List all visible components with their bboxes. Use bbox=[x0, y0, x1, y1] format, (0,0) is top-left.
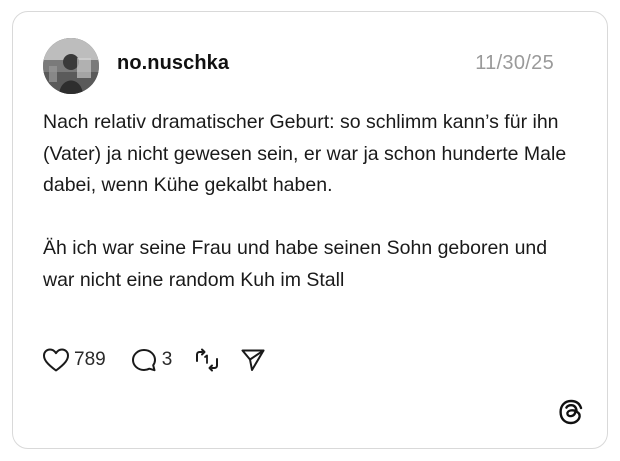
post-text: Nach relativ dramatischer Geburt: so sch… bbox=[43, 107, 583, 296]
threads-logo-icon[interactable] bbox=[557, 398, 585, 426]
action-bar: 789 3 bbox=[42, 345, 266, 375]
reply-count: 3 bbox=[161, 349, 173, 370]
speech-bubble-icon bbox=[131, 349, 156, 372]
post-date: 11/30/25 bbox=[475, 52, 554, 74]
like-button[interactable]: 789 bbox=[42, 347, 106, 373]
like-count: 789 bbox=[74, 349, 106, 370]
post-card: no.nuschka 11/30/25 Nach relativ dramati… bbox=[12, 11, 608, 449]
post-paragraph: Äh ich war seine Frau und habe seinen So… bbox=[43, 237, 548, 291]
share-button[interactable] bbox=[240, 347, 266, 373]
send-icon bbox=[241, 349, 265, 371]
repost-button[interactable] bbox=[194, 347, 220, 373]
repost-icon bbox=[196, 348, 219, 372]
post-paragraph: Nach relativ dramatischer Geburt: so sch… bbox=[43, 111, 567, 196]
avatar[interactable] bbox=[43, 38, 99, 94]
username[interactable]: no.nuschka bbox=[117, 52, 229, 75]
heart-icon bbox=[43, 348, 69, 372]
reply-button[interactable]: 3 bbox=[130, 347, 173, 373]
